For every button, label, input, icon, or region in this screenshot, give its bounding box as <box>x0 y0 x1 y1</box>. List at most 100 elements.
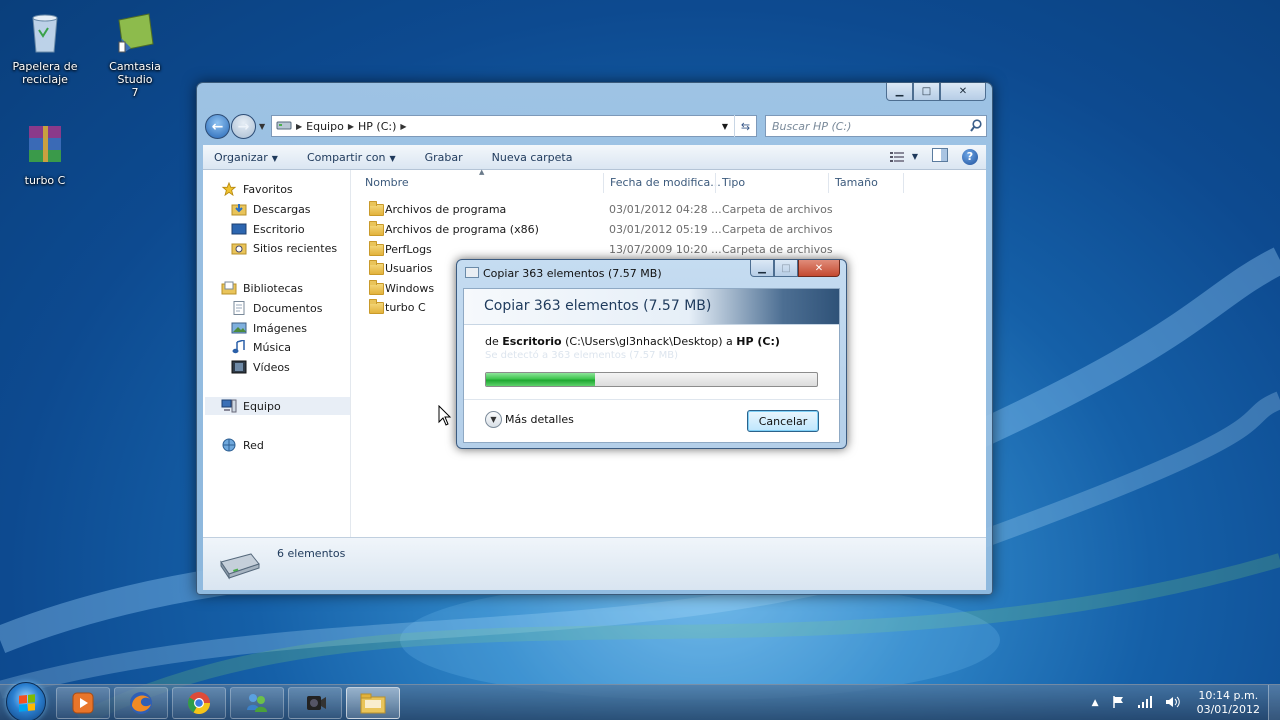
help-icon[interactable]: ? <box>962 148 978 165</box>
search-input[interactable]: Buscar HP (C:) <box>765 115 987 137</box>
videos-icon <box>231 360 247 374</box>
details-view-icon <box>889 151 904 162</box>
address-dropdown[interactable]: ▼ <box>722 122 728 131</box>
view-options-button[interactable]: ▼ <box>889 151 918 163</box>
forward-button[interactable]: → <box>231 114 256 139</box>
column-divider[interactable] <box>603 173 604 193</box>
details-pane: 6 elementos <box>203 537 986 590</box>
column-header-size[interactable]: Tamaño <box>835 170 878 195</box>
column-divider[interactable] <box>903 173 904 193</box>
source-path: (C:\Users\gl3nhack\Desktop) <box>565 335 723 348</box>
column-header-name[interactable]: Nombre <box>365 170 409 195</box>
nav-favorites[interactable]: Favoritos <box>221 180 293 198</box>
chevron-down-icon: ▼ <box>389 153 396 163</box>
cancel-button[interactable]: Cancelar <box>747 410 819 432</box>
taskbar-messenger[interactable] <box>230 687 284 719</box>
nav-music[interactable]: Música <box>231 338 291 356</box>
column-label: Nombre <box>365 176 409 189</box>
column-header-date[interactable]: Fecha de modifica... <box>610 170 721 195</box>
action-center-flag-icon[interactable] <box>1111 695 1125 712</box>
search-icon[interactable] <box>970 119 982 136</box>
burn-button[interactable]: Grabar <box>425 149 463 166</box>
minimize-button[interactable]: ▁ <box>886 83 913 101</box>
file-type: Carpeta de archivos <box>722 243 833 256</box>
desktop-icon-camtasia[interactable]: Camtasia Studio 7 <box>90 8 180 99</box>
navigation-pane: Favoritos Descargas Escritorio Sitios re… <box>203 170 351 537</box>
taskbar-camtasia-recorder[interactable] <box>288 687 342 719</box>
file-type: Carpeta de archivos <box>722 203 833 216</box>
file-row[interactable]: PerfLogs 13/07/2009 10:20 ... Carpeta de… <box>353 240 873 260</box>
nav-libraries[interactable]: Bibliotecas <box>221 279 303 297</box>
show-hidden-icons-button[interactable]: ▲ <box>1092 698 1099 708</box>
file-row[interactable]: Archivos de programa (x86) 03/01/2012 05… <box>353 220 873 240</box>
organize-button[interactable]: Organizar ▼ <box>214 149 278 166</box>
column-header-type[interactable]: Tipo <box>722 170 745 195</box>
breadcrumb-equipo[interactable]: Equipo <box>306 120 344 133</box>
chevron-down-icon: ▼ <box>485 411 502 428</box>
maximize-button[interactable]: □ <box>913 83 940 101</box>
close-button[interactable]: ✕ <box>940 83 986 101</box>
back-button[interactable]: ← <box>205 114 230 139</box>
start-button[interactable] <box>6 682 46 720</box>
breadcrumb-hp-c[interactable]: HP (C:) <box>358 120 396 133</box>
more-details-toggle[interactable]: ▼ Más detalles <box>485 411 574 428</box>
taskbar-firefox[interactable] <box>114 687 168 719</box>
taskbar-media-player[interactable] <box>56 687 110 719</box>
breadcrumb-separator[interactable]: ▶ <box>296 122 302 131</box>
new-folder-label: Nueva carpeta <box>491 150 573 164</box>
network-signal-icon[interactable] <box>1137 695 1153 712</box>
file-date: 13/07/2009 10:20 ... <box>609 243 722 256</box>
nav-documents[interactable]: Documentos <box>231 299 322 317</box>
nav-pictures[interactable]: Imágenes <box>231 319 307 337</box>
windows-logo-icon <box>19 694 35 712</box>
recent-pages-dropdown[interactable]: ▼ <box>259 122 265 131</box>
nav-network[interactable]: Red <box>221 436 264 454</box>
clock-date: 03/01/2012 <box>1196 703 1260 716</box>
chrome-icon <box>188 692 210 714</box>
column-divider[interactable] <box>828 173 829 193</box>
breadcrumb-separator[interactable]: ▶ <box>348 122 354 131</box>
nav-label: Música <box>253 340 292 354</box>
refresh-button[interactable]: ⇆ <box>734 115 756 137</box>
nav-label: Sitios recientes <box>253 241 338 255</box>
nav-desktop[interactable]: Escritorio <box>231 220 305 238</box>
minimize-button[interactable]: ▁ <box>750 260 774 277</box>
command-bar: Organizar ▼ Compartir con ▼ Grabar Nueva c… <box>203 145 986 170</box>
nav-label: Bibliotecas <box>243 281 304 295</box>
column-divider[interactable] <box>715 173 716 193</box>
desktop-icon-turbo-c[interactable]: turbo C <box>0 122 90 187</box>
volume-icon[interactable] <box>1165 695 1181 712</box>
taskbar-chrome[interactable] <box>172 687 226 719</box>
nav-computer[interactable]: Equipo <box>205 397 350 415</box>
desktop-icon-recycle-bin[interactable]: Papelera de reciclaje <box>0 8 90 86</box>
system-clock[interactable]: 10:14 p.m. 03/01/2012 <box>1197 689 1260 717</box>
taskbar-windows-explorer[interactable] <box>346 687 400 719</box>
preview-pane-button[interactable] <box>932 148 948 165</box>
nav-recent-places[interactable]: Sitios recientes <box>231 239 337 257</box>
folder-icon <box>369 260 384 275</box>
notification-area: ▲ 10:14 p.m. 03/01/2012 <box>1086 685 1280 720</box>
network-icon <box>222 438 236 452</box>
nav-label: Documentos <box>253 301 323 315</box>
nav-downloads[interactable]: Descargas <box>231 200 311 218</box>
file-row[interactable]: Archivos de programa 03/01/2012 04:28 ..… <box>353 200 873 220</box>
messenger-icon <box>247 694 267 712</box>
mouse-cursor-icon <box>438 405 452 426</box>
clock-time: 10:14 p.m. <box>1198 689 1259 702</box>
destination-name[interactable]: HP (C:) <box>736 335 780 348</box>
folder-icon <box>360 693 386 714</box>
source-name[interactable]: Escritorio <box>502 335 561 348</box>
close-button[interactable]: ✕ <box>798 260 840 277</box>
dialog-banner: Copiar 363 elementos (7.57 MB) <box>464 289 839 325</box>
address-bar[interactable]: ▶ Equipo ▶ HP (C:) ▶ ▼ ⇆ <box>271 115 757 137</box>
folder-icon <box>369 241 384 256</box>
new-folder-button[interactable]: Nueva carpeta <box>492 149 573 166</box>
breadcrumb-separator[interactable]: ▶ <box>400 122 406 131</box>
show-desktop-button[interactable] <box>1268 685 1280 720</box>
nav-videos[interactable]: Vídeos <box>231 358 290 376</box>
maximize-button: □ <box>774 260 798 277</box>
file-name: Archivos de programa (x86) <box>385 223 539 236</box>
share-button[interactable]: Compartir con ▼ <box>307 149 396 166</box>
desktop-folder-icon <box>231 223 247 235</box>
file-date: 03/01/2012 04:28 ... <box>609 203 722 216</box>
